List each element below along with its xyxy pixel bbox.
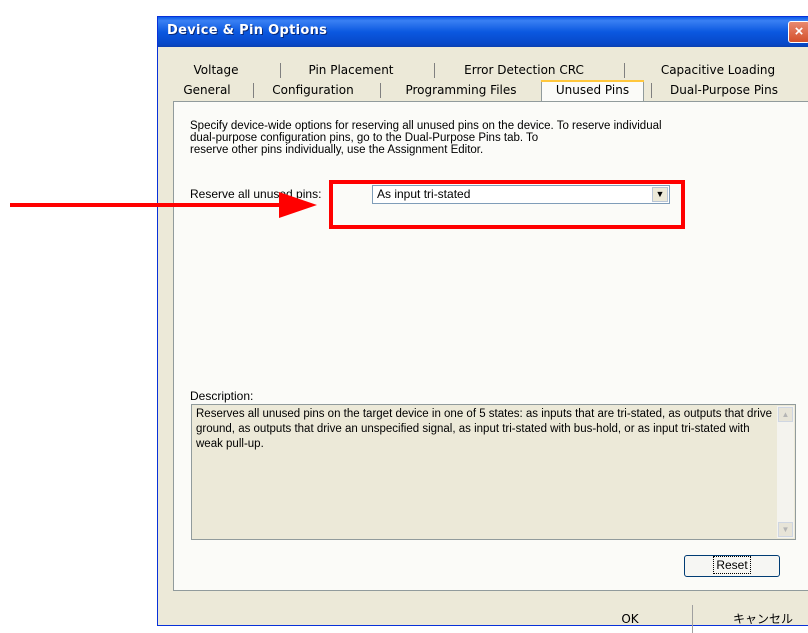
annotation-arrow-icon [10, 192, 317, 218]
